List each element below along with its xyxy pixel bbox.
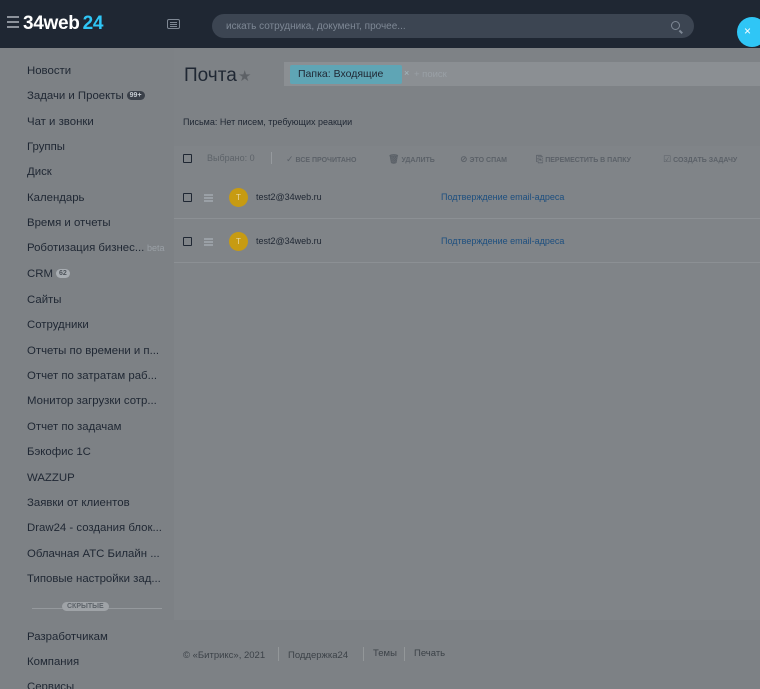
delete-button[interactable]: 🗑 УДАЛИТЬ (388, 154, 435, 165)
logo[interactable]: 34web 24 (23, 13, 103, 35)
hidden-items-toggle[interactable]: СКРЫТЫЕ (62, 602, 109, 611)
sidebar-item-services[interactable]: Сервисы (27, 681, 74, 689)
sidebar-item-time-reports[interactable]: Время и отчеты (27, 217, 111, 229)
mail-subject-link[interactable]: Подтверждение email-адреса (441, 236, 564, 246)
avatar: T (229, 188, 248, 207)
themes-link[interactable]: Темы (373, 648, 397, 659)
row-checkbox[interactable] (183, 237, 192, 246)
sidebar-item-news[interactable]: Новости (27, 65, 71, 77)
check-icon: ✓ (286, 154, 294, 164)
sidebar-item-chat[interactable]: Чат и звонки (27, 116, 94, 128)
block-icon: ⊘ (460, 154, 468, 164)
selected-count: Выбрано: 0 (207, 153, 255, 163)
sidebar-item-company[interactable]: Компания (27, 656, 79, 668)
sidebar-item-robotization[interactable]: Роботизация бизнес... (27, 242, 144, 254)
drag-handle-icon[interactable] (204, 238, 213, 246)
mail-content: Почта ★ Папка: Входящие × + поиск Письма… (174, 48, 760, 620)
support-link[interactable]: Поддержка24 (288, 650, 348, 661)
beta-tag: beta (147, 243, 165, 253)
mail-row[interactable]: T test2@34web.ru Подтверждение email-адр… (174, 176, 760, 219)
top-bar: 34web24 × (0, 0, 760, 48)
footer: © «Битрикс», 2021 Поддержка24 Темы Печат… (174, 620, 760, 689)
counter-badge: 99+ (126, 91, 145, 100)
star-icon[interactable]: ★ (238, 67, 251, 85)
spam-button[interactable]: ⊘ ЭТО СПАМ (460, 154, 507, 165)
mail-toolbar: Выбрано: 0 ✓ ВСЕ ПРОЧИТАНО 🗑 УДАЛИТЬ ⊘ ЭТО … (174, 146, 760, 170)
sidebar-item-calendar[interactable]: Календарь (27, 192, 85, 204)
create-task-button[interactable]: ☑ СОЗДАТЬ ЗАДАЧУ (663, 154, 737, 165)
sidebar-item-groups[interactable]: Группы (27, 141, 65, 153)
close-icon[interactable]: × (404, 68, 409, 78)
page-title: Почта (184, 65, 237, 86)
mail-row[interactable]: T test2@34web.ru Подтверждение email-адр… (174, 220, 760, 263)
sidebar-item-backoffice[interactable]: Бэкофис 1С (27, 446, 91, 458)
global-search (212, 14, 694, 38)
sidebar-item-crm[interactable]: CRM 62 (27, 268, 70, 280)
toolbar-divider (271, 152, 272, 164)
select-all-checkbox[interactable] (183, 154, 192, 163)
sidebar-item-cost-report[interactable]: Отчет по затратам раб... (27, 370, 157, 382)
sidebar-item-task-report[interactable]: Отчет по задачам (27, 421, 121, 433)
footer-divider (404, 647, 405, 661)
row-checkbox[interactable] (183, 193, 192, 202)
close-slider-button[interactable]: × (737, 17, 760, 47)
trash-icon: 🗑 (388, 154, 400, 164)
mark-all-read-button[interactable]: ✓ ВСЕ ПРОЧИТАНО (286, 154, 356, 165)
sidebar-item-sites[interactable]: Сайты (27, 294, 61, 306)
avatar: T (229, 232, 248, 251)
sidebar-item-draw24[interactable]: Draw24 - создания блок... (27, 522, 162, 534)
footer-divider (278, 647, 279, 661)
copyright-text: © «Битрикс», 2021 (183, 650, 266, 661)
task-icon: ☑ (663, 154, 672, 164)
logo-number: 24 (82, 13, 104, 34)
move-to-folder-button[interactable]: ⎘ ПЕРЕМЕСТИТЬ В ПАПКУ (536, 154, 631, 165)
sidebar-item-tasks[interactable]: Задачи и Проекты 99+ (27, 90, 145, 102)
sidebar-item-load-monitor[interactable]: Монитор загрузки сотр... (27, 395, 157, 407)
sidebar-item-disk[interactable]: Диск (27, 166, 52, 178)
sidebar-item-client-requests[interactable]: Заявки от клиентов (27, 497, 130, 509)
sidebar-item-time-report[interactable]: Отчеты по времени и п... (27, 345, 159, 357)
mail-sender: test2@34web.ru (256, 192, 322, 202)
filter-search-input[interactable]: + поиск (414, 69, 447, 80)
search-input[interactable] (226, 14, 646, 38)
mail-sender: test2@34web.ru (256, 236, 322, 246)
counter-badge: 62 (55, 269, 70, 278)
folder-filter-tag[interactable]: Папка: Входящие (290, 65, 402, 84)
mail-info-text: Письма: Нет писем, требующих реакции (183, 117, 353, 127)
mail-subject-link[interactable]: Подтверждение email-адреса (441, 192, 564, 202)
filter-bar[interactable]: Папка: Входящие × + поиск (284, 62, 760, 86)
keyboard-icon[interactable] (167, 19, 180, 29)
mail-list-panel: Выбрано: 0 ✓ ВСЕ ПРОЧИТАНО 🗑 УДАЛИТЬ ⊘ ЭТО … (174, 146, 760, 620)
folder-icon: ⎘ (536, 154, 544, 164)
footer-divider (363, 647, 364, 661)
sidebar-item-task-settings[interactable]: Типовые настройки зад... (27, 573, 161, 585)
search-icon[interactable] (671, 21, 680, 30)
menu-icon[interactable] (7, 16, 19, 28)
logo-main: 34web (23, 13, 80, 34)
sidebar-item-developers[interactable]: Разработчикам (27, 631, 108, 643)
drag-handle-icon[interactable] (204, 194, 213, 202)
sidebar-item-employees[interactable]: Сотрудники (27, 319, 89, 331)
sidebar-item-beeline-ats[interactable]: Облачная АТС Билайн ... (27, 548, 160, 560)
sidebar: Новости Задачи и Проекты 99+ Чат и звонки… (0, 48, 174, 689)
print-link[interactable]: Печать (414, 648, 445, 659)
sidebar-item-wazzup[interactable]: WAZZUP (27, 472, 75, 484)
